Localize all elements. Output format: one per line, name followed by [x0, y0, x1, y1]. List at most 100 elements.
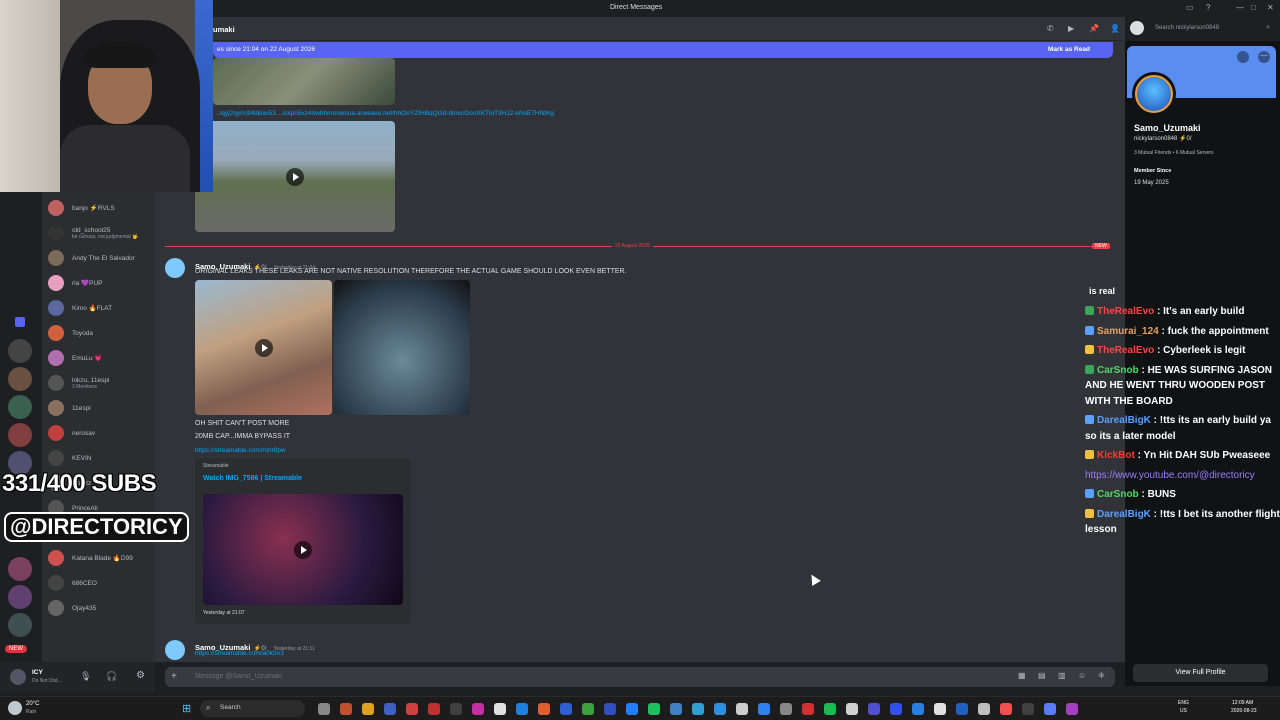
dm-list-item[interactable]: Andy The El Salvador [48, 247, 153, 269]
message-link[interactable]: https://streamable.com/a0k5n3 [195, 650, 284, 657]
taskbar-app-icon[interactable] [472, 703, 484, 715]
play-icon[interactable] [286, 167, 304, 186]
view-full-profile-button[interactable]: View Full Profile [1133, 664, 1268, 682]
input-language[interactable]: ENG [1178, 700, 1189, 706]
taskbar-app-icon[interactable] [692, 703, 704, 715]
taskbar-app-icon[interactable] [802, 703, 814, 715]
avatar[interactable] [10, 669, 26, 685]
taskbar-app-icon[interactable] [604, 703, 616, 715]
mic-icon[interactable]: 🎙 [80, 671, 91, 682]
sticker-icon[interactable]: ▥ [1058, 671, 1066, 680]
taskbar-app-icon[interactable] [516, 703, 528, 715]
clock-time[interactable]: 12:09 AM [1232, 700, 1253, 706]
server-icon[interactable] [8, 339, 32, 363]
add-friend-icon[interactable]: 👤 [1110, 24, 1120, 33]
taskbar-app-icon[interactable] [450, 703, 462, 715]
dm-list-item[interactable]: Katana Blade 🔥D99 [48, 547, 153, 569]
mark-as-read-button[interactable]: Mark as Read [1048, 46, 1090, 53]
server-icon[interactable] [8, 585, 32, 609]
input-region[interactable]: US [1180, 708, 1187, 714]
new-messages-banner[interactable]: es since 21:04 on 22 August 2026 Mark as… [213, 42, 1113, 58]
headphones-icon[interactable]: 🎧 [106, 671, 117, 682]
avatar[interactable] [165, 258, 185, 278]
image-thumbnail[interactable] [334, 280, 470, 415]
chat-link[interactable]: https://www.youtube.com/@directoricy [1085, 470, 1255, 481]
apps-icon[interactable]: ⁜ [1098, 671, 1105, 680]
taskbar-app-icon[interactable] [428, 703, 440, 715]
video-thumbnail[interactable] [203, 494, 403, 605]
taskbar-app-icon[interactable] [648, 703, 660, 715]
taskbar-app-icon[interactable] [1066, 703, 1078, 715]
search-input[interactable]: Search nickylarson0848 ⌕ [1150, 22, 1274, 36]
taskbar-app-icon[interactable] [780, 703, 792, 715]
clock-date[interactable]: 2026-08-23 [1231, 708, 1257, 714]
dm-list-item[interactable]: banjo ⚡RVLS [48, 197, 153, 219]
close-button[interactable]: ✕ [1267, 3, 1274, 12]
dm-list-item[interactable]: 11espi [48, 397, 153, 419]
maximize-button[interactable]: □ [1251, 3, 1256, 12]
play-icon[interactable] [294, 540, 312, 559]
taskbar-app-icon[interactable] [406, 703, 418, 715]
video-icon[interactable]: ▶ [1068, 24, 1074, 33]
taskbar-app-icon[interactable] [1022, 703, 1034, 715]
dm-list-item[interactable]: lokzu, 11espi 3 Members [48, 372, 153, 394]
message-link[interactable]: https://streamable.com/mhr8pw [195, 447, 286, 454]
taskbar-app-icon[interactable] [890, 703, 902, 715]
taskbar-app-icon[interactable] [340, 703, 352, 715]
add-attachment-icon[interactable]: + [171, 671, 177, 682]
minimize-button[interactable]: — [1236, 3, 1244, 12]
message-input[interactable]: Message @Samo_Uzumaki [195, 673, 282, 680]
taskbar-app-icon[interactable] [912, 703, 924, 715]
server-icon[interactable] [8, 557, 32, 581]
video-thumbnail[interactable] [195, 121, 395, 232]
taskbar-app-icon[interactable] [978, 703, 990, 715]
profile-avatar[interactable] [1132, 72, 1176, 116]
taskbar-app-icon[interactable] [626, 703, 638, 715]
taskbar-app-icon[interactable] [868, 703, 880, 715]
weather-icon[interactable] [8, 701, 22, 715]
gif-icon[interactable]: ▤ [1038, 671, 1046, 680]
message-composer[interactable]: + Message @Samo_Uzumaki ▦ ▤ ▥ ☺ ⁜ [165, 667, 1115, 687]
profile-mutuals[interactable]: 3 Mutual Friends • 6 Mutual Servers [1134, 150, 1214, 156]
taskbar-app-icon[interactable] [1044, 703, 1056, 715]
dm-list-item[interactable]: ria 💜PUP [48, 272, 153, 294]
dm-list-item[interactable]: nerosav [48, 422, 153, 444]
avatar[interactable] [165, 640, 185, 660]
more-icon[interactable]: ⋯ [1258, 51, 1270, 63]
taskbar-app-icon[interactable] [934, 703, 946, 715]
taskbar-app-icon[interactable] [824, 703, 836, 715]
dm-list-item[interactable]: old_school25 be curious, not judgmental 🤟 [48, 222, 153, 244]
server-icon[interactable] [8, 367, 32, 391]
profile-toggle-icon[interactable] [1130, 21, 1144, 35]
video-thumbnail[interactable] [213, 58, 395, 105]
gift-icon[interactable]: ▦ [1018, 671, 1026, 680]
taskbar-app-icon[interactable] [560, 703, 572, 715]
taskbar-app-icon[interactable] [318, 703, 330, 715]
taskbar-app-icon[interactable] [1000, 703, 1012, 715]
taskbar-app-icon[interactable] [362, 703, 374, 715]
taskbar-app-icon[interactable] [714, 703, 726, 715]
call-icon[interactable]: ✆ [1047, 24, 1054, 33]
inbox-icon[interactable]: ▭ [1186, 3, 1194, 12]
dm-list-item[interactable]: KEVIN [48, 447, 153, 469]
taskbar-app-icon[interactable] [494, 703, 506, 715]
play-icon[interactable] [254, 338, 273, 357]
pin-icon[interactable]: 📌 [1089, 24, 1099, 33]
taskbar-app-icon[interactable] [538, 703, 550, 715]
embed-title[interactable]: Watch IMG_7586 | Streamable [203, 475, 302, 482]
emoji-icon[interactable]: ☺ [1078, 671, 1086, 680]
taskbar-app-icon[interactable] [956, 703, 968, 715]
taskbar-search[interactable]: ⌕ Search [200, 700, 305, 717]
add-friend-icon[interactable] [1237, 51, 1249, 63]
server-icon[interactable] [8, 613, 32, 637]
taskbar-app-icon[interactable] [384, 703, 396, 715]
taskbar-app-icon[interactable] [736, 703, 748, 715]
server-icon[interactable] [8, 395, 32, 419]
dm-list-item[interactable]: Ojay435 [48, 597, 153, 619]
taskbar-app-icon[interactable] [758, 703, 770, 715]
server-icon[interactable] [15, 317, 25, 327]
taskbar-app-icon[interactable] [670, 703, 682, 715]
taskbar-app-icon[interactable] [846, 703, 858, 715]
video-thumbnail[interactable] [195, 280, 332, 415]
help-icon[interactable]: ? [1206, 3, 1210, 12]
